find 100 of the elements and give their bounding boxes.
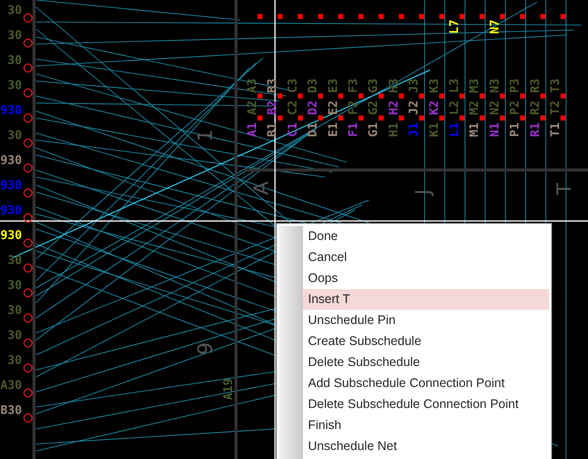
pad-icon (358, 94, 364, 98)
pad-icon (439, 116, 444, 120)
pin-label: 30 (8, 28, 22, 42)
pin-label: C2 (285, 100, 300, 115)
menu-item[interactable]: Delete Subschedule Connection Point (303, 394, 549, 415)
pin-label: J3 (406, 78, 421, 93)
pin-label: 930 (0, 203, 22, 217)
via-icon (24, 114, 32, 122)
pin-label: G3 (366, 78, 380, 93)
pad-icon (520, 14, 526, 19)
pin-label: 30 (8, 128, 22, 142)
pad-icon (278, 94, 283, 98)
menu-item[interactable]: Delete Subschedule (303, 352, 549, 373)
pin-label: 930 (0, 228, 22, 242)
pin-label: J2 (406, 100, 421, 115)
pin-label: P1 (508, 122, 522, 137)
pin-label: 30 (8, 353, 22, 367)
pad-icon (398, 94, 404, 98)
pad-icon (398, 14, 404, 19)
via-icon (24, 364, 32, 372)
menu-item[interactable]: Oops (303, 268, 549, 289)
pad-icon (378, 94, 384, 98)
pad-icon (278, 116, 283, 120)
pin-label: T1 (548, 122, 562, 137)
pad-icon (480, 94, 485, 98)
menu-item[interactable]: Insert T (303, 289, 549, 310)
pin-label: K3 (426, 78, 441, 93)
pin-label: 30 (8, 53, 22, 67)
pin-label: K1 (426, 122, 441, 137)
pin-label: 930 (0, 153, 22, 167)
pin-label: L2 (447, 100, 461, 115)
pin-label: N7 (487, 20, 502, 34)
pad-icon (560, 14, 566, 19)
menu-item[interactable]: Cancel (303, 247, 549, 268)
menu-item[interactable]: Unschedule Net (303, 436, 549, 457)
menu-item[interactable]: Done (303, 226, 549, 247)
pin-label: A3 (245, 78, 259, 93)
pin-label: F3 (346, 78, 360, 93)
pad-icon (419, 94, 424, 98)
pad-icon (480, 14, 485, 19)
via-icon (24, 414, 32, 422)
via-icon (24, 388, 32, 398)
pad-icon (398, 116, 404, 120)
pin-label: 30 (8, 253, 22, 267)
pad-icon (540, 94, 546, 98)
pin-label: T3 (548, 78, 562, 93)
pin-label: C1 (285, 122, 300, 137)
pad-icon (298, 14, 303, 19)
pin-label: D2 (306, 100, 320, 115)
pin-label: G1 (366, 122, 380, 137)
pad-icon (439, 94, 444, 98)
via-icon (24, 38, 32, 48)
pin-label: L1 (447, 122, 461, 137)
pin-label: G2 (366, 100, 380, 115)
column-label: J (410, 189, 435, 195)
pin-label: 30 (8, 328, 22, 342)
pin-label: A2 (245, 100, 259, 115)
pad-icon (480, 116, 485, 120)
pin-label: H2 (386, 100, 400, 115)
via-icon (24, 264, 32, 272)
pin-label: P3 (508, 78, 522, 93)
pin-label: H1 (386, 122, 400, 137)
via-icon (24, 164, 32, 172)
menu-item[interactable]: Create Subschedule (303, 331, 549, 352)
pin-label: B1 (265, 122, 280, 137)
pin-label: B2 (265, 100, 280, 115)
pin-label: B3 (265, 78, 280, 93)
menu-item[interactable]: Unschedule Pin (303, 310, 549, 331)
pad-icon (318, 116, 324, 120)
pad-icon (460, 14, 464, 19)
via-icon (24, 138, 32, 148)
pad-icon (500, 116, 505, 120)
menu-item[interactable]: Add Subschedule Connection Point (303, 373, 549, 394)
via-icon (24, 214, 32, 222)
pin-label: N3 (487, 78, 502, 93)
pin-label: 30 (8, 278, 22, 292)
via-icon (24, 338, 32, 348)
via-icon (24, 238, 32, 248)
menu-item[interactable]: Finish (303, 415, 549, 436)
pad-icon (378, 14, 384, 19)
pin-label: E3 (326, 78, 340, 93)
pin-label: M2 (467, 100, 482, 115)
pin-label: 930 (0, 103, 22, 117)
pin-label: E2 (326, 100, 340, 115)
pad-icon (258, 14, 262, 19)
pad-icon (258, 94, 262, 98)
pin-label: N2 (487, 100, 502, 115)
pad-icon (419, 116, 424, 120)
pad-icon (500, 94, 505, 98)
pad-icon (520, 94, 526, 98)
pin-label: M1 (467, 122, 482, 137)
pin-label: T2 (548, 100, 562, 115)
pad-icon (560, 116, 566, 120)
pad-icon (419, 14, 424, 19)
pad-icon (358, 116, 364, 120)
via-icon (24, 314, 32, 322)
pin-label: M3 (467, 78, 482, 93)
pad-icon (318, 94, 324, 98)
pad-icon (338, 14, 344, 19)
pin-label: 30 (8, 303, 22, 317)
